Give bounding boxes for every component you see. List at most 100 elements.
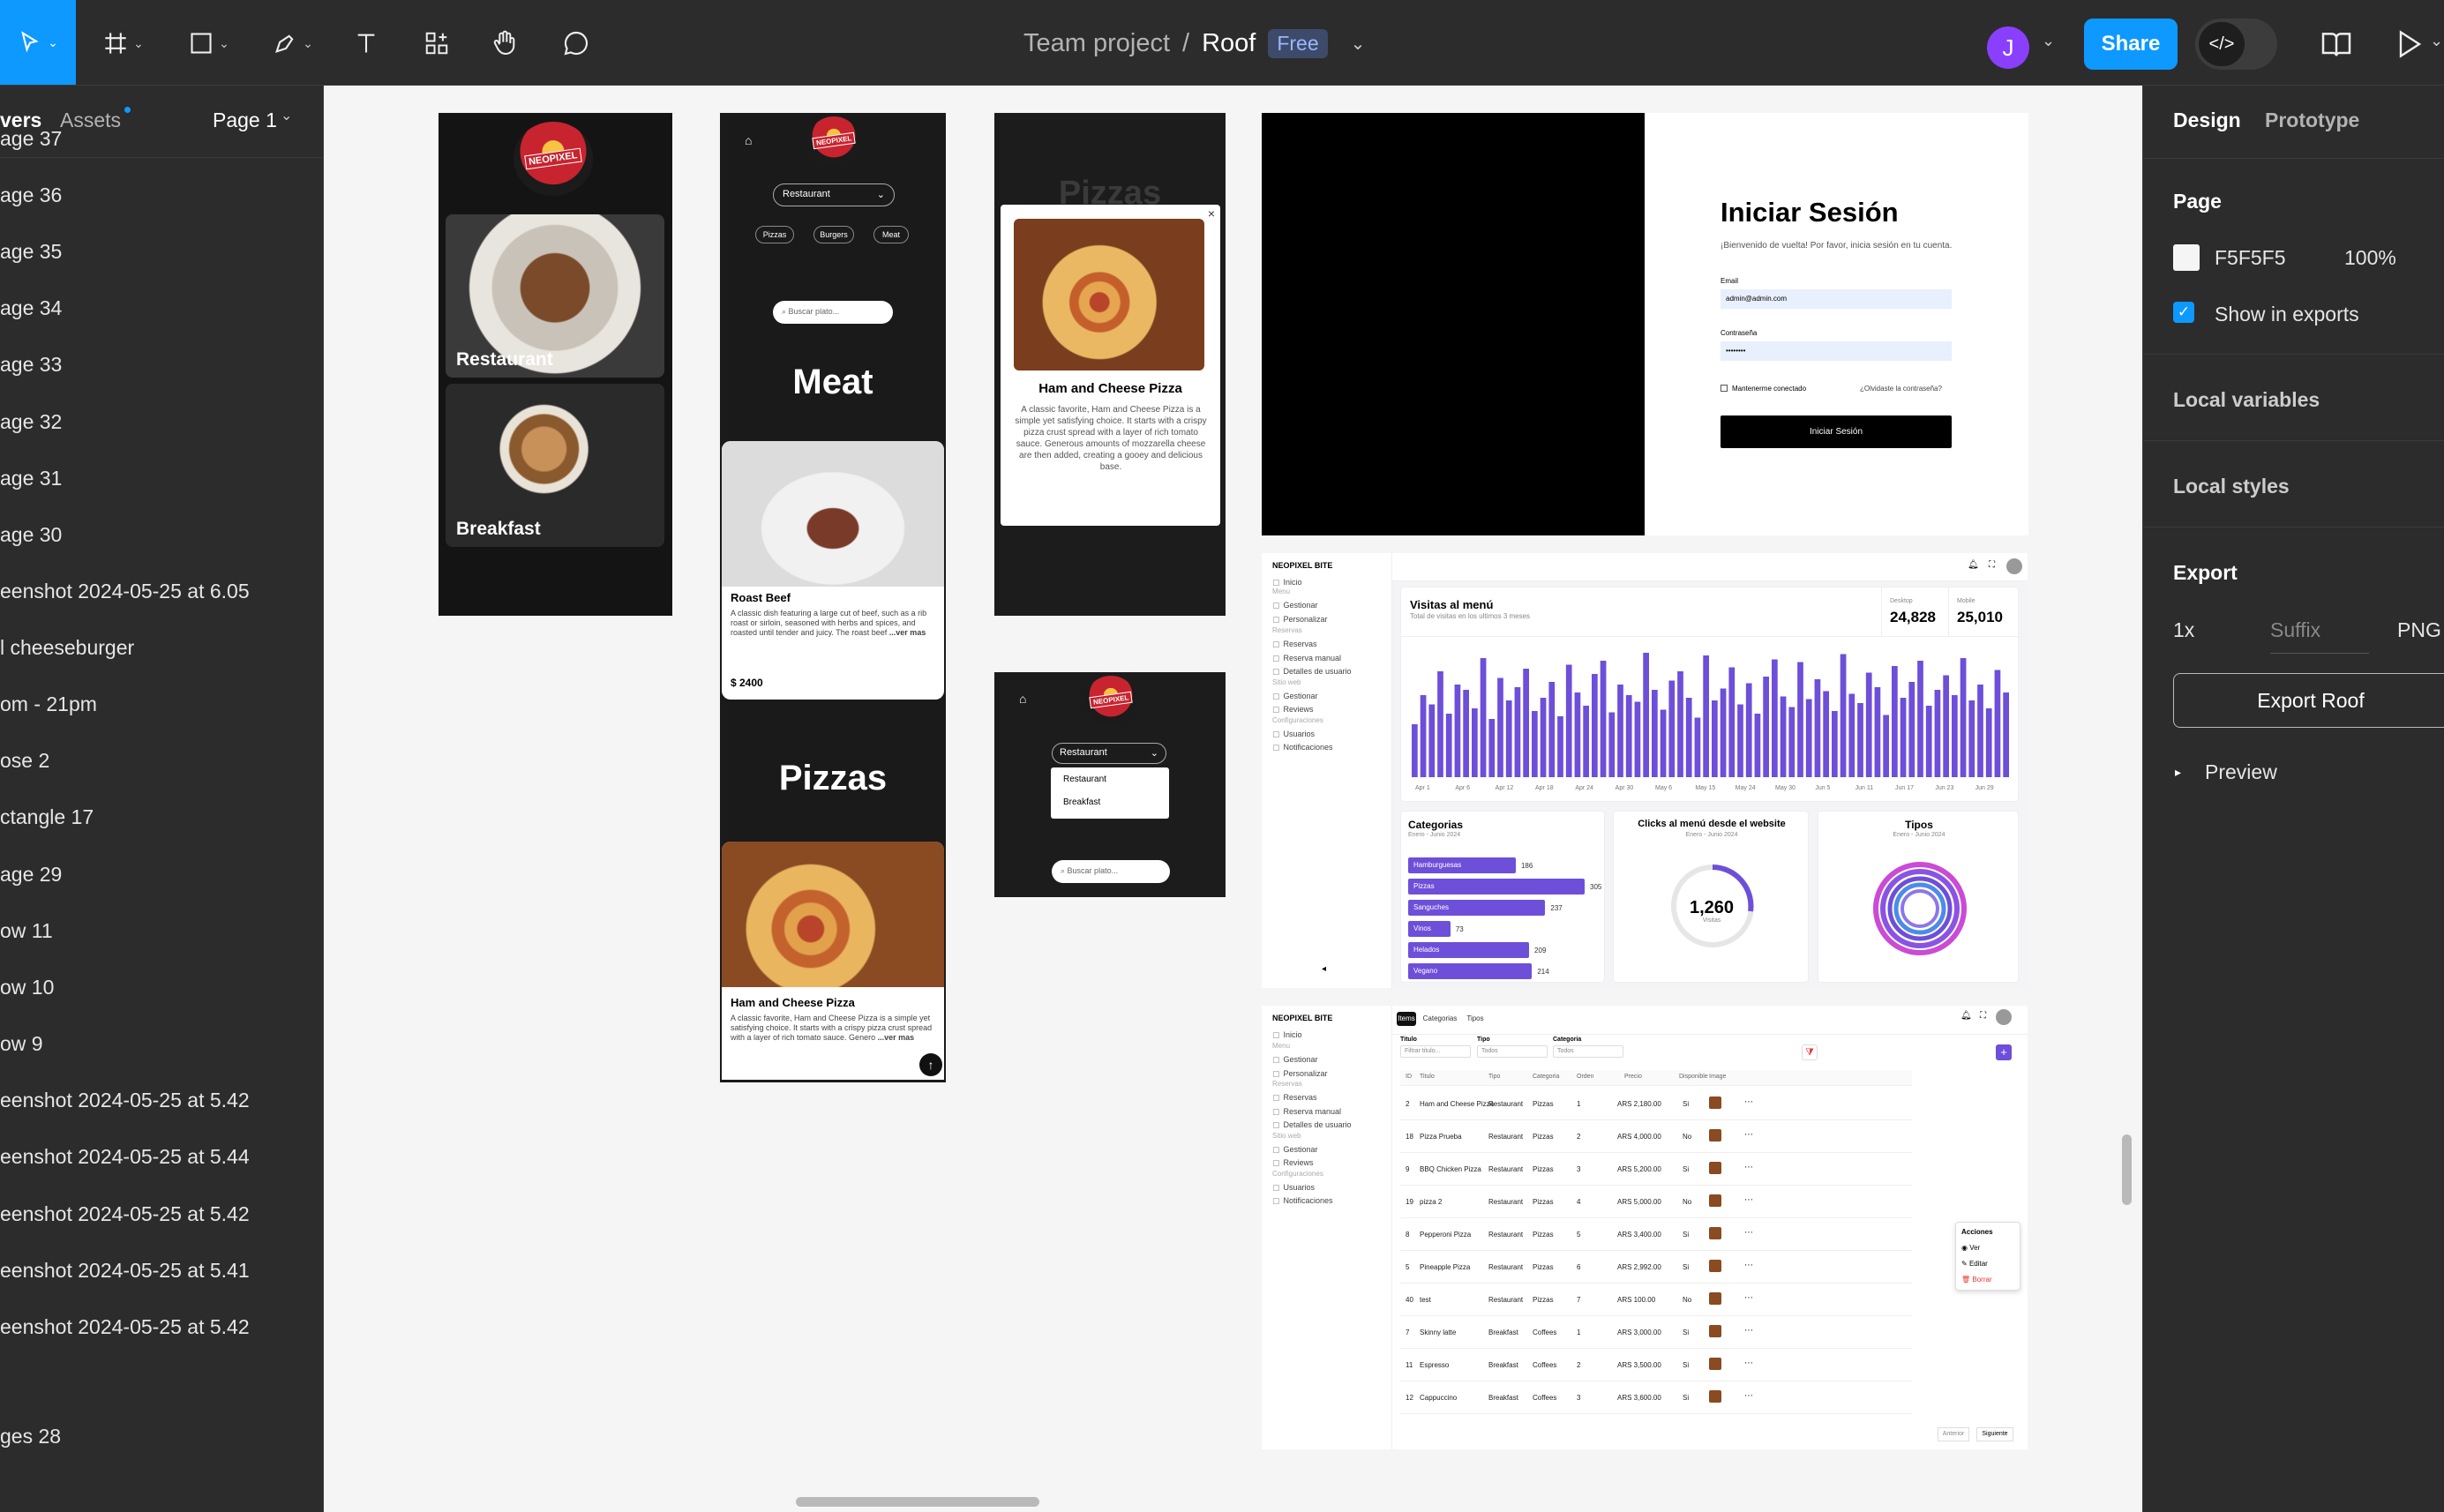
layer-item[interactable]: ctangle 17 [0, 805, 94, 841]
action-edit[interactable]: ✎ Editar [1961, 1260, 1988, 1268]
chip-burgers[interactable]: Burgers [813, 226, 854, 243]
layer-item[interactable]: age 37 [0, 127, 62, 162]
nav-item[interactable]: ▢ Detalles de usuario [1272, 1120, 1352, 1130]
dish-card-roast-beef[interactable]: Roast Beef A classic dish featuring a la… [722, 441, 944, 700]
action-view[interactable]: ◉ Ver [1961, 1244, 1980, 1252]
more-icon[interactable]: ⋯ [1744, 1130, 1753, 1140]
column-header[interactable]: Precio [1624, 1074, 1642, 1080]
action-delete[interactable]: 🗑︎ Borrar [1961, 1276, 1992, 1284]
export-button[interactable]: Export Roof [2173, 673, 2444, 728]
text-tool-button[interactable] [349, 12, 384, 74]
more-icon[interactable]: ⋯ [1744, 1228, 1753, 1238]
home-icon[interactable]: ⌂ [1019, 692, 1026, 706]
column-header[interactable]: Orden [1577, 1074, 1593, 1080]
preview-toggle[interactable]: Preview [2205, 760, 2277, 784]
more-icon[interactable]: ⋯ [1744, 1326, 1753, 1336]
tab-design[interactable]: Design [2173, 109, 2241, 132]
local-styles[interactable]: Local styles [2173, 475, 2290, 498]
layer-item[interactable]: eenshot 2024-05-25 at 5.42 [0, 1089, 250, 1124]
nav-item[interactable]: ▢ Usuarios [1272, 730, 1315, 739]
option-breakfast[interactable]: Breakfast [1063, 797, 1100, 807]
home-icon[interactable]: ⌂ [745, 133, 752, 147]
password-field[interactable]: •••••••• [1721, 341, 1952, 361]
nav-item[interactable]: ▢ Inicio [1272, 1030, 1302, 1040]
table-row[interactable]: 8 Pepperoni Pizza Restaurant Pizzas 5 ARS 3,4… [1400, 1218, 1912, 1251]
present-icon[interactable] [2393, 26, 2425, 66]
layer-item[interactable]: eenshot 2024-05-25 at 5.41 [0, 1259, 250, 1294]
layer-item[interactable]: eenshot 2024-05-25 at 6.05 [0, 580, 250, 615]
resources-button[interactable] [417, 12, 456, 74]
bell-icon[interactable]: 🔔︎ [1968, 560, 1979, 570]
nav-item[interactable]: ▢ Gestionar [1272, 601, 1318, 610]
pen-tool-button[interactable]: ⌄ [265, 12, 321, 74]
layer-item[interactable]: age 31 [0, 467, 62, 502]
avatar[interactable] [1996, 1009, 2012, 1025]
layer-item[interactable]: age 33 [0, 353, 62, 388]
breakfast-tile[interactable]: Breakfast [446, 384, 664, 547]
fullscreen-icon[interactable]: ⛶ [1980, 1011, 1986, 1021]
prev-page-button[interactable]: Anterior [1938, 1427, 1969, 1441]
more-icon[interactable]: ⋯ [1744, 1261, 1753, 1270]
show-in-exports-checkbox[interactable]: ✓ [2173, 302, 2194, 323]
nav-item[interactable]: ▢ Notificaciones [1272, 743, 1333, 752]
search-input[interactable]: ⌕ Buscar plato... [1052, 860, 1170, 883]
layer-item[interactable]: ow 10 [0, 976, 54, 1011]
frame-dish-modal[interactable]: Pizzas × Ham and Cheese Pizza A classic … [994, 113, 1226, 616]
column-header[interactable]: Image [1709, 1074, 1726, 1080]
disclosure-arrow-icon[interactable]: ▸ [2175, 765, 2181, 780]
search-input[interactable]: ⌕ Buscar plato... [773, 301, 893, 324]
hand-tool-button[interactable] [486, 12, 525, 74]
horizontal-scrollbar[interactable] [796, 1497, 1039, 1507]
more-icon[interactable]: ⋯ [1744, 1097, 1753, 1107]
close-icon[interactable]: × [1208, 206, 1215, 221]
layer-item[interactable]: age 30 [0, 523, 62, 558]
avatar[interactable]: J [1987, 26, 2029, 69]
avatar[interactable] [2006, 558, 2022, 574]
nav-item[interactable]: ▢ Personalizar [1272, 615, 1328, 625]
file-title[interactable]: Team project / Roof Free ⌄ [1023, 25, 1365, 62]
layer-item[interactable]: l cheeseburger [0, 636, 134, 671]
layer-item[interactable]: eenshot 2024-05-25 at 5.42 [0, 1202, 250, 1238]
filter-clear-icon[interactable]: ⧩ [1802, 1044, 1818, 1060]
table-row[interactable]: 9 BBQ Chicken Pizza Restaurant Pizzas 3 ARS 5… [1400, 1153, 1912, 1186]
layer-item[interactable]: ose 2 [0, 749, 49, 784]
category-select[interactable]: Restaurant ⌄ [1052, 743, 1166, 764]
page-color-swatch[interactable] [2173, 244, 2200, 271]
table-row[interactable]: 40 test Restaurant Pizzas 7 ARS 100.00 No ⋯ [1400, 1284, 1912, 1316]
nav-item[interactable]: ▢ Gestionar [1272, 1145, 1318, 1155]
page-selector[interactable]: Page 1 [213, 109, 277, 132]
nav-item[interactable]: ▢ Personalizar [1272, 1069, 1328, 1079]
layer-item[interactable]: age 34 [0, 296, 62, 332]
more-icon[interactable]: ⋯ [1744, 1359, 1753, 1368]
library-icon[interactable] [2319, 26, 2354, 66]
chevron-down-icon[interactable]: ⌄ [2042, 32, 2055, 50]
layer-item[interactable]: age 35 [0, 240, 62, 275]
nav-item[interactable]: ▢ Reserva manual [1272, 1107, 1341, 1117]
nav-item[interactable]: ▢ Reviews [1272, 1158, 1314, 1168]
more-icon[interactable]: ⋯ [1744, 1195, 1753, 1205]
next-page-button[interactable]: Siguiente [1976, 1427, 2013, 1441]
chevron-down-icon[interactable]: ⌄ [1351, 33, 1366, 55]
frame-menu[interactable]: ⌂ NEOPIXEL Restaurant ⌄ Pizzas Burgers Me… [720, 113, 946, 1082]
page-color-value[interactable]: F5F5F5 [2215, 246, 2286, 270]
column-header[interactable]: Disponible [1679, 1074, 1708, 1080]
tab-prototype[interactable]: Prototype [2265, 109, 2359, 132]
vertical-scrollbar[interactable] [2122, 1134, 2132, 1205]
export-format[interactable]: PNG [2397, 618, 2441, 642]
table-row[interactable]: 7 Skinny latte Breakfast Coffees 1 ARS 3,000.… [1400, 1316, 1912, 1349]
remember-checkbox[interactable] [1721, 385, 1728, 392]
file-name[interactable]: Roof [1202, 29, 1256, 58]
frame-items-table[interactable]: NEOPIXEL BITE ▢ Inicio Menu ▢ Gestionar ▢ Pers… [1262, 1006, 2028, 1449]
bell-icon[interactable]: 🔔︎ [1960, 1011, 1972, 1021]
layer-item[interactable]: ow 9 [0, 1032, 43, 1067]
nav-item[interactable]: ▢ Notificaciones [1272, 1196, 1333, 1206]
filter-input[interactable]: Filtrar titulo... [1400, 1045, 1471, 1058]
option-restaurant[interactable]: Restaurant [1063, 775, 1106, 784]
export-scale[interactable]: 1x [2173, 618, 2194, 642]
email-field[interactable]: admin@admin.com [1721, 289, 1952, 309]
add-item-button[interactable]: + [1996, 1044, 2012, 1060]
page-opacity-value[interactable]: 100% [2344, 246, 2396, 270]
column-header[interactable]: ID [1406, 1074, 1412, 1080]
dev-mode-toggle[interactable]: </> [2195, 19, 2277, 70]
dish-card-ham-cheese[interactable]: Ham and Cheese Pizza A classic favorite,… [722, 842, 944, 1080]
